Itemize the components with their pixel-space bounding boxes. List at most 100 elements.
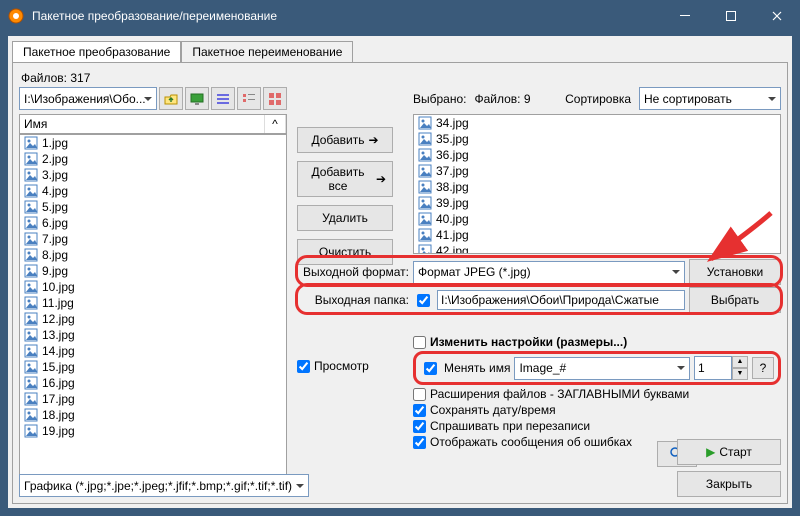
list-item[interactable]: 39.jpg bbox=[414, 195, 780, 211]
tab-batch-convert[interactable]: Пакетное преобразование bbox=[12, 41, 181, 62]
list-item[interactable]: 6.jpg bbox=[20, 215, 286, 231]
preview-checkbox[interactable] bbox=[297, 360, 310, 373]
format-settings-button[interactable]: Установки bbox=[689, 259, 781, 285]
image-file-icon bbox=[24, 312, 38, 326]
list-item[interactable]: 12.jpg bbox=[20, 311, 286, 327]
image-file-icon bbox=[418, 116, 432, 130]
remove-button[interactable]: Удалить bbox=[297, 205, 393, 231]
image-file-icon bbox=[24, 344, 38, 358]
rename-pattern-combo[interactable]: Image_# bbox=[514, 357, 690, 380]
list-header[interactable]: Имя ^ bbox=[19, 114, 287, 134]
desktop-button[interactable] bbox=[185, 87, 209, 110]
output-format-combo[interactable]: Формат JPEG (*.jpg) bbox=[413, 261, 685, 284]
show-errors-checkbox[interactable] bbox=[413, 436, 426, 449]
start-button[interactable]: ▶Старт bbox=[677, 439, 781, 465]
sort-combo[interactable]: Не сортировать bbox=[639, 87, 781, 110]
image-file-icon bbox=[418, 212, 432, 226]
image-file-icon bbox=[24, 296, 38, 310]
spin-down[interactable]: ▼ bbox=[732, 368, 748, 380]
spin-up[interactable]: ▲ bbox=[732, 356, 748, 368]
image-file-icon bbox=[418, 196, 432, 210]
list-item[interactable]: 14.jpg bbox=[20, 343, 286, 359]
list-item[interactable]: 35.jpg bbox=[414, 131, 780, 147]
add-all-button[interactable]: Добавить все➔ bbox=[297, 161, 393, 197]
image-file-icon bbox=[24, 328, 38, 342]
image-file-icon bbox=[24, 200, 38, 214]
window-title: Пакетное преобразование/переименование bbox=[32, 9, 662, 23]
view-details-button[interactable] bbox=[211, 87, 235, 110]
list-item[interactable]: 34.jpg bbox=[414, 115, 780, 131]
image-file-icon bbox=[24, 216, 38, 230]
rename-start-spinner[interactable]: ▲▼ bbox=[694, 356, 748, 380]
image-file-icon bbox=[418, 148, 432, 162]
list-item[interactable]: 13.jpg bbox=[20, 327, 286, 343]
list-item[interactable]: 36.jpg bbox=[414, 147, 780, 163]
list-item[interactable]: 15.jpg bbox=[20, 359, 286, 375]
list-item[interactable]: 11.jpg bbox=[20, 295, 286, 311]
add-button[interactable]: Добавить➔ bbox=[297, 127, 393, 153]
tab-batch-rename[interactable]: Пакетное переименование bbox=[181, 41, 353, 62]
list-item[interactable]: 17.jpg bbox=[20, 391, 286, 407]
keep-date-checkbox[interactable] bbox=[413, 404, 426, 417]
list-item[interactable]: 18.jpg bbox=[20, 407, 286, 423]
app-icon bbox=[8, 8, 24, 24]
list-item[interactable]: 9.jpg bbox=[20, 263, 286, 279]
rename-label: Менять имя bbox=[444, 361, 510, 375]
image-file-icon bbox=[24, 360, 38, 374]
minimize-button[interactable] bbox=[662, 0, 708, 32]
list-item[interactable]: 7.jpg bbox=[20, 231, 286, 247]
list-item[interactable]: 40.jpg bbox=[414, 211, 780, 227]
list-item[interactable]: 38.jpg bbox=[414, 179, 780, 195]
image-file-icon bbox=[418, 164, 432, 178]
image-file-icon bbox=[418, 132, 432, 146]
list-item[interactable]: 5.jpg bbox=[20, 199, 286, 215]
list-item[interactable]: 19.jpg bbox=[20, 423, 286, 439]
image-file-icon bbox=[24, 264, 38, 278]
highlight-rename: Менять имя Image_# ▲▼ ? bbox=[413, 351, 781, 385]
use-output-folder-checkbox[interactable] bbox=[417, 294, 430, 307]
list-item[interactable]: 16.jpg bbox=[20, 375, 286, 391]
list-item[interactable]: 2.jpg bbox=[20, 151, 286, 167]
arrow-right-icon: ➔ bbox=[368, 133, 378, 147]
path-combo[interactable]: I:\Изображения\Обо... bbox=[19, 87, 157, 110]
image-file-icon bbox=[24, 152, 38, 166]
list-item[interactable]: 37.jpg bbox=[414, 163, 780, 179]
image-file-icon bbox=[24, 280, 38, 294]
ask-overwrite-checkbox[interactable] bbox=[413, 420, 426, 433]
titlebar: Пакетное преобразование/переименование bbox=[0, 0, 800, 32]
source-file-list[interactable]: 1.jpg2.jpg3.jpg4.jpg5.jpg6.jpg7.jpg8.jpg… bbox=[19, 134, 287, 492]
browse-folder-button[interactable]: Выбрать bbox=[689, 287, 781, 313]
image-file-icon bbox=[24, 408, 38, 422]
list-item[interactable]: 8.jpg bbox=[20, 247, 286, 263]
rename-start-input[interactable] bbox=[694, 356, 732, 380]
output-format-label: Выходной формат: bbox=[297, 265, 409, 279]
list-item[interactable]: 10.jpg bbox=[20, 279, 286, 295]
ext-uppercase-checkbox[interactable] bbox=[413, 388, 426, 401]
file-filter-combo[interactable]: Графика (*.jpg;*.jpe;*.jpeg;*.jfif;*.bmp… bbox=[19, 474, 309, 497]
rename-checkbox[interactable] bbox=[424, 362, 437, 375]
image-file-icon bbox=[24, 392, 38, 406]
sort-label: Сортировка bbox=[565, 92, 631, 106]
list-item[interactable]: 1.jpg bbox=[20, 135, 286, 151]
image-file-icon bbox=[24, 136, 38, 150]
image-file-icon bbox=[24, 184, 38, 198]
selected-file-list[interactable]: 34.jpg35.jpg36.jpg37.jpg38.jpg39.jpg40.j… bbox=[413, 114, 781, 254]
list-item[interactable]: 42.jpg bbox=[414, 243, 780, 253]
image-file-icon bbox=[418, 228, 432, 242]
list-item[interactable]: 4.jpg bbox=[20, 183, 286, 199]
image-file-icon bbox=[24, 248, 38, 262]
view-thumbnails-button[interactable] bbox=[263, 87, 287, 110]
change-settings-checkbox[interactable] bbox=[413, 336, 426, 349]
list-item[interactable]: 41.jpg bbox=[414, 227, 780, 243]
list-item[interactable]: 3.jpg bbox=[20, 167, 286, 183]
output-folder-input[interactable] bbox=[437, 290, 685, 310]
close-button[interactable] bbox=[754, 0, 800, 32]
maximize-button[interactable] bbox=[708, 0, 754, 32]
arrow-right-icon: ➔ bbox=[376, 172, 386, 186]
selected-label: Выбрано: bbox=[413, 92, 466, 106]
view-list-button[interactable] bbox=[237, 87, 261, 110]
up-folder-button[interactable] bbox=[159, 87, 183, 110]
close-dialog-button[interactable]: Закрыть bbox=[677, 471, 781, 497]
rename-help-button[interactable]: ? bbox=[752, 357, 774, 379]
image-file-icon bbox=[24, 376, 38, 390]
